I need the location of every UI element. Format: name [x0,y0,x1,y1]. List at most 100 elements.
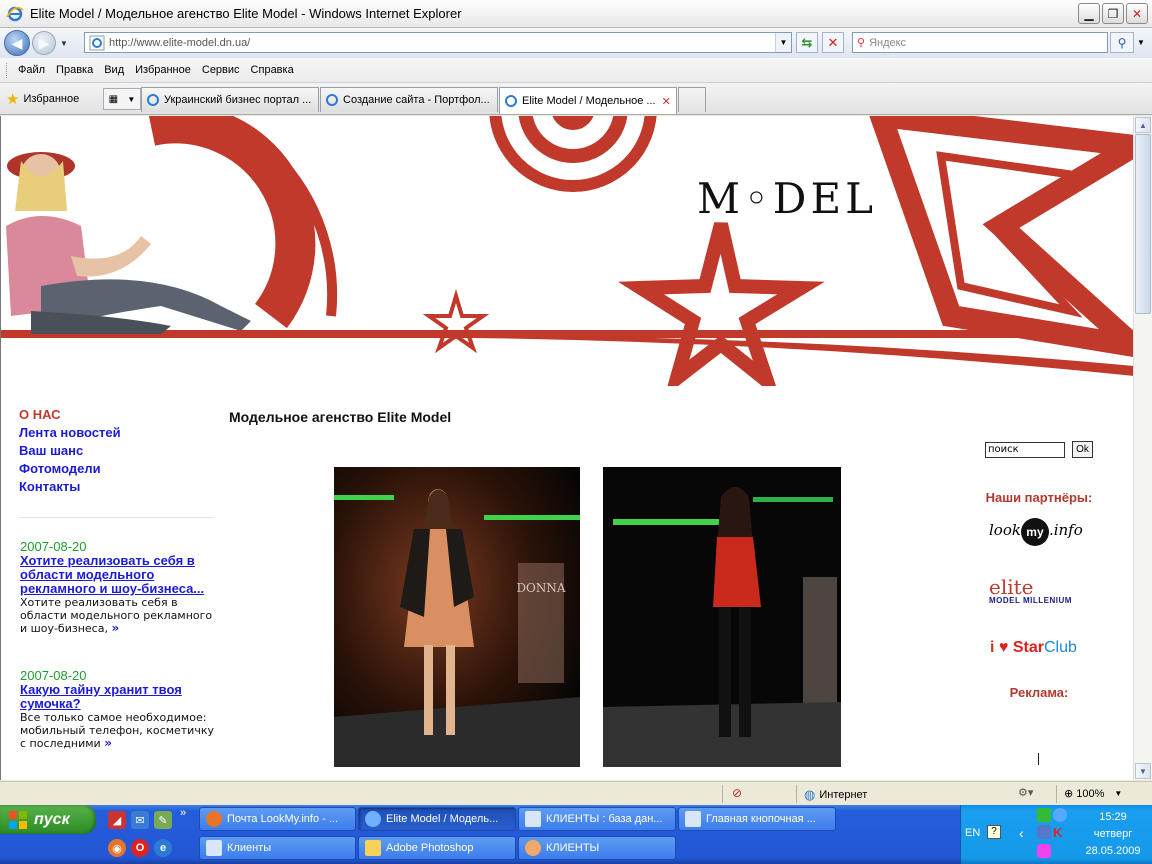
starclub-logo-star: Star [1012,639,1044,656]
partner-lookmy[interactable]: look my .info [989,518,1083,546]
back-button[interactable]: ◀ [4,30,30,56]
quicklaunch-app-icon[interactable]: ✎ [154,811,172,829]
zone-label: Интернет [819,789,868,801]
tab-label: Украинский бизнес портал ... [164,94,312,106]
restore-button[interactable]: ❐ [1102,3,1124,24]
language-indicator[interactable]: EN [965,827,980,839]
minimize-button[interactable]: ▁ [1078,3,1100,24]
task-lookmy-mail[interactable]: Почта LookMy.info - ... [199,807,356,831]
partners-heading: Наши партнёры: [985,490,1093,505]
quicklaunch-expand-icon[interactable]: » [180,807,186,819]
windows-logo-icon [9,810,27,829]
zoom-control[interactable]: ⊕ 100% ▼ [1064,787,1122,801]
search-input[interactable]: ⚲ Яндекс [852,32,1108,53]
quicklaunch-firefox-icon[interactable]: ◉ [108,839,126,857]
search-provider-icon: ⚲ [857,37,866,49]
favorites-button[interactable]: ★ Избранное [6,90,79,108]
quicklaunch-outlook-icon[interactable]: ✉ [131,811,149,829]
zoom-dropdown-icon[interactable]: ▼ [1114,789,1122,798]
start-button[interactable]: пуск [0,805,96,834]
search-placeholder: Яндекс [869,36,907,49]
form-icon [206,840,222,856]
nav-your-chance[interactable]: Ваш шанс [19,442,219,460]
tab-elite-model[interactable]: Elite Model / Модельное ... ✕ [499,87,677,114]
close-tab-icon[interactable]: ✕ [662,95,671,108]
access-icon [525,811,541,827]
partner-starclub[interactable]: i ♥ StarClub [990,639,1077,657]
quick-tabs-button[interactable]: ▦ ▼ [103,88,141,110]
close-window-button[interactable]: ✕ [1126,3,1148,24]
menu-tools[interactable]: Сервис [202,64,240,76]
help-icon[interactable]: ? [987,825,1001,839]
task-clients-database[interactable]: КЛИЕНТЫ : база дан... [518,807,676,831]
site-search-button[interactable]: Ok [1072,441,1093,458]
nav-contacts[interactable]: Контакты [19,478,219,496]
tab-site-portfolio[interactable]: Создание сайта - Портфол... [320,87,498,112]
tray-clock[interactable]: 15:29 четверг 28.05.2009 [1073,809,1152,860]
quick-tabs-icon: ▦ [108,93,119,105]
ie-page-icon [505,95,517,107]
news-headline-link[interactable]: Хотите реализовать себя в области модель… [20,554,215,596]
nav-photo-models[interactable]: Фотомодели [19,460,219,478]
news-date: 2007-08-20 [20,668,87,683]
task-clients-form[interactable]: Клиенты [199,836,356,860]
tray-expand-icon[interactable]: ‹ [1019,825,1024,841]
tab-business-portal[interactable]: Украинский бизнес портал ... [141,87,319,112]
new-tab-button[interactable] [678,87,706,112]
refresh-button[interactable]: ⇆ [796,32,818,53]
runway-photo-image [603,467,841,767]
heart-icon: ♥ [998,639,1009,656]
quicklaunch-ie-icon[interactable]: e [154,839,172,857]
menu-favorites[interactable]: Избранное [135,64,191,76]
protected-mode-icon[interactable]: ⚙▾ [1018,786,1033,799]
ads-heading: Реклама: [1009,685,1069,700]
task-photoshop[interactable]: Adobe Photoshop [358,836,516,860]
vertical-scrollbar[interactable]: ▲ ▼ [1133,116,1152,780]
task-label: Elite Model / Модель... [386,813,499,825]
task-elite-model[interactable]: Elite Model / Модель... [358,807,516,831]
nav-about[interactable]: О НАС [19,406,219,424]
task-clients[interactable]: КЛИЕНТЫ [518,836,676,860]
menu-file[interactable]: Файл [18,64,45,76]
news-headline-link[interactable]: Какую тайну хранит твоя сумочка? [20,683,215,711]
popup-blocker-icon[interactable]: ⊘ [732,786,742,800]
quicklaunch-acrobat-icon[interactable]: ◢ [108,811,126,829]
search-button[interactable]: ⚲ [1110,32,1134,53]
clock-date: 28.05.2009 [1085,845,1141,857]
scroll-down-icon[interactable]: ▼ [1135,763,1151,779]
runway-photo[interactable]: DONNA [334,467,580,767]
scrollbar-thumb[interactable] [1135,134,1151,314]
tray-kaspersky-icon[interactable]: K [1053,825,1062,840]
forward-button[interactable]: ▶ [32,31,56,55]
tab-list-dropdown-icon[interactable]: ▼ [127,95,135,104]
tray-network-icon[interactable] [1037,808,1051,822]
search-options-icon[interactable]: ▼ [1134,32,1148,53]
tray-app-icon[interactable] [1037,825,1051,839]
scroll-up-icon[interactable]: ▲ [1135,117,1151,133]
menu-edit[interactable]: Правка [56,64,93,76]
menu-view[interactable]: Вид [104,64,124,76]
nav-news-feed[interactable]: Лента новостей [19,424,219,442]
task-label: Клиенты [227,842,272,854]
task-label: КЛИЕНТЫ : база дан... [546,813,663,825]
partner-elite-millenium[interactable]: elite MODEL MILLENIUM [989,577,1089,605]
runway-photo[interactable] [603,467,841,767]
status-bar: ⊘ ◍ Интернет ⚙▾ ⊕ 100% ▼ [0,781,1152,805]
stop-button[interactable]: ✕ [822,32,844,53]
address-dropdown-icon[interactable]: ▼ [775,33,791,52]
task-main-switchboard[interactable]: Главная кнопочная ... [678,807,836,831]
menu-help[interactable]: Справка [251,64,294,76]
task-label: КЛИЕНТЫ [546,842,600,854]
tray-sync-icon[interactable] [1053,808,1067,822]
history-dropdown-icon[interactable]: ▼ [60,39,74,48]
news-item: 2007-08-20 Хотите реализовать себя в обл… [20,539,215,635]
tray-messenger-icon[interactable] [1037,844,1051,858]
address-bar[interactable]: http://www.elite-model.dn.ua/ ▼ [84,32,792,53]
quicklaunch-opera-icon[interactable]: O [131,839,149,857]
news-excerpt: Все только самое необходимое: мобильный … [20,711,214,750]
news-date: 2007-08-20 [20,539,87,554]
site-search-input[interactable]: поиск [985,442,1065,458]
news-more-link[interactable]: » [104,736,112,750]
news-more-link[interactable]: » [111,621,119,635]
elite-logo-subtitle: MODEL MILLENIUM [989,596,1072,605]
